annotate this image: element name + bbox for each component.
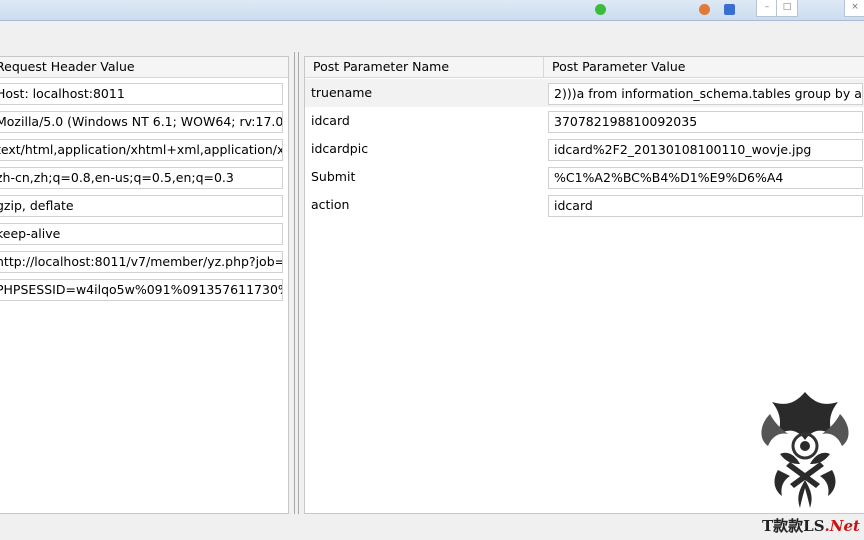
header-row[interactable]: http://localhost:8011/v7/member/yz.php?j… — [0, 247, 288, 275]
col-header-parameter-name[interactable]: Post Parameter Name — [305, 57, 543, 77]
header-row[interactable]: keep-alive — [0, 219, 288, 247]
col-header-request-header-value[interactable]: Request Header Value — [0, 57, 286, 77]
minimize-button[interactable]: – — [756, 0, 778, 17]
header-value-field[interactable]: keep-alive — [0, 223, 283, 245]
parameter-row[interactable]: action idcard — [305, 191, 864, 219]
parameter-value-field[interactable]: 2)))a from information_schema.tables gro… — [548, 83, 863, 105]
parameter-value-field[interactable]: 370782198810092035 — [548, 111, 863, 133]
tray-orange-icon — [699, 4, 710, 15]
maximize-button[interactable]: □ — [776, 0, 798, 17]
parameter-value-field[interactable]: idcard — [548, 195, 863, 217]
header-value-field[interactable]: text/html,application/xhtml+xml,applicat… — [0, 139, 283, 161]
parameter-value-field[interactable]: idcard%2F2_20130108100110_wovje.jpg — [548, 139, 863, 161]
close-button[interactable]: × — [844, 0, 864, 17]
watermark-text: T款款LS.Net — [762, 517, 860, 535]
parameter-row[interactable]: idcardpic idcard%2F2_20130108100110_wovj… — [305, 135, 864, 163]
header-value-field[interactable]: PHPSESSID=w4ilqo5w%091%091357611730%09ht… — [0, 279, 283, 301]
status-green-icon — [595, 4, 606, 15]
parameter-value-field[interactable]: %C1%A2%BC%B4%D1%E9%D6%A4 — [548, 167, 863, 189]
header-value-field[interactable]: http://localhost:8011/v7/member/yz.php?j… — [0, 251, 283, 273]
header-row[interactable]: Mozilla/5.0 (Windows NT 6.1; WOW64; rv:1… — [0, 107, 288, 135]
header-row[interactable]: PHPSESSID=w4ilqo5w%091%091357611730%09ht… — [0, 275, 288, 303]
title-strip: – □ × — [0, 0, 864, 21]
parameter-name: Submit — [311, 169, 356, 184]
parameter-name: action — [311, 197, 350, 212]
parameter-name: idcardpic — [311, 141, 369, 156]
request-header-table-header: Request Header Value — [0, 57, 288, 78]
parameter-name: idcard — [311, 113, 350, 128]
parameter-row[interactable]: idcard 370782198810092035 — [305, 107, 864, 135]
tray-blue-icon — [724, 4, 735, 15]
header-value-field[interactable]: Host: localhost:8011 — [0, 83, 283, 105]
header-value-field[interactable]: Mozilla/5.0 (Windows NT 6.1; WOW64; rv:1… — [0, 111, 283, 133]
header-row[interactable]: text/html,application/xhtml+xml,applicat… — [0, 135, 288, 163]
header-row[interactable]: Host: localhost:8011 — [0, 79, 288, 107]
header-value-field[interactable]: zh-cn,zh;q=0.8,en-us;q=0.5,en;q=0.3 — [0, 167, 283, 189]
post-parameter-table-header: Post Parameter Name Post Parameter Value — [305, 57, 864, 78]
col-header-parameter-value[interactable]: Post Parameter Value — [543, 57, 862, 77]
panel-splitter[interactable] — [290, 52, 302, 514]
header-row[interactable]: gzip, deflate — [0, 191, 288, 219]
header-value-field[interactable]: gzip, deflate — [0, 195, 283, 217]
header-row[interactable]: zh-cn,zh;q=0.8,en-us;q=0.5,en;q=0.3 — [0, 163, 288, 191]
parameter-row[interactable]: truename 2)))a from information_schema.t… — [305, 79, 864, 107]
watermark-dragon-emblem-icon — [761, 392, 849, 508]
request-header-panel: Request Header Value Host: localhost:801… — [0, 56, 289, 514]
parameter-row[interactable]: Submit %C1%A2%BC%B4%D1%E9%D6%A4 — [305, 163, 864, 191]
parameter-name: truename — [311, 85, 373, 100]
